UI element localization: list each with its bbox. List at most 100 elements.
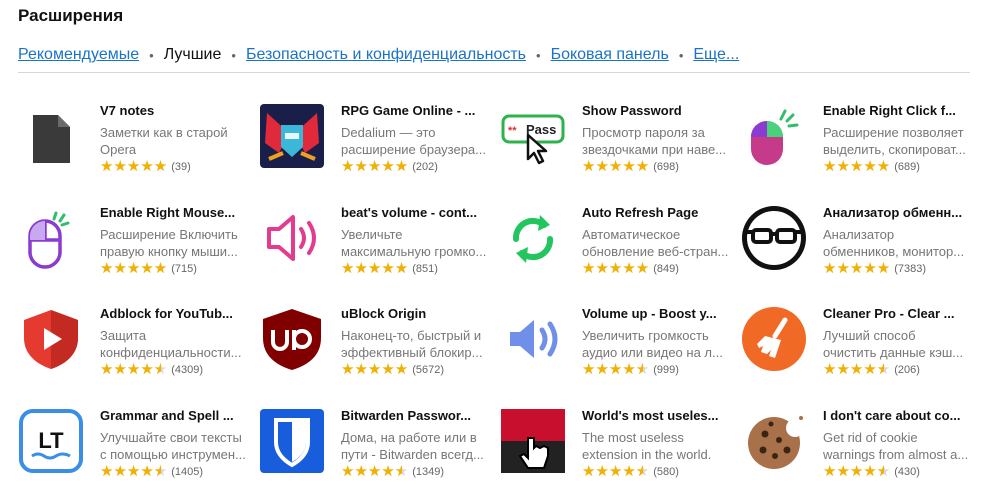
rating: ★★★★★★★★★★(206) [823, 362, 971, 378]
glasses-face-icon[interactable] [741, 205, 807, 271]
extension-card[interactable]: RPG Game Online - ... Dedalium — это расши… [259, 102, 489, 198]
speaker-blue-icon[interactable] [500, 306, 566, 372]
extension-card[interactable]: Bitwarden Passwor... Дома, на работе или … [259, 407, 489, 503]
broom-icon[interactable] [741, 306, 807, 372]
rating-count: (849) [653, 263, 679, 275]
extension-card[interactable]: Adblock for YouTub... Защита конфиденциаль… [18, 305, 248, 401]
description-line: аудио или видео на л... [582, 345, 723, 360]
rating: ★★★★★★★★★★(999) [582, 362, 730, 378]
tab-separator: • [678, 48, 684, 63]
description-line: Расширение позволяет [823, 125, 964, 140]
description-line: extension in the world. [582, 447, 712, 462]
extension-card[interactable]: Cleaner Pro - Clear ... Лучший способ очис… [741, 305, 971, 401]
description-line: Увеличить громкость [582, 328, 709, 343]
password-pass-icon[interactable]: ** Pass [500, 103, 566, 169]
extension-description: Улучшайте свои тексты с помощью инструмен… [100, 429, 248, 463]
document-icon[interactable] [18, 103, 84, 169]
description-line: обновление веб-стран... [582, 244, 729, 259]
extension-name[interactable]: I don't care about co... [823, 407, 971, 425]
rating-count: (7383) [894, 263, 927, 275]
star-rating-icon: ★★★★★★★★★★ [823, 463, 891, 480]
star-rating-icon: ★★★★★★★★★★ [582, 361, 650, 378]
mouse-outline-icon[interactable] [18, 205, 84, 271]
extension-description: Защита конфиденциальности... [100, 327, 248, 361]
rating-count: (999) [653, 364, 679, 376]
star-rating-icon: ★★★★★★★★★★ [341, 463, 409, 480]
description-line: Dedalium — это [341, 125, 436, 140]
description-line: конфиденциальности... [100, 345, 242, 360]
extension-name[interactable]: Show Password [582, 102, 730, 120]
game-robot-icon[interactable] [259, 103, 325, 169]
extension-name[interactable]: V7 notes [100, 102, 248, 120]
star-rating-icon: ★★★★★★★★★★ [823, 158, 891, 175]
extension-name[interactable]: Enable Right Click f... [823, 102, 971, 120]
rating-count: (1349) [412, 466, 445, 478]
extension-name[interactable]: Volume up - Boost y... [582, 305, 730, 323]
rating-count: (39) [171, 161, 191, 173]
extension-name[interactable]: beat's volume - cont... [341, 204, 489, 222]
bitwarden-shield-icon[interactable] [259, 408, 325, 474]
extension-card[interactable]: I don't care about co... Get rid of cooki… [741, 407, 971, 503]
extension-name[interactable]: RPG Game Online - ... [341, 102, 489, 120]
extension-card[interactable]: Enable Right Click f... Расширение позвол… [741, 102, 971, 198]
description-line: Лучший способ [823, 328, 916, 343]
extension-card[interactable]: World's most useles... The most useless ex… [500, 407, 730, 503]
tab-separator: • [231, 48, 236, 63]
description-line: Улучшайте свои тексты [100, 430, 242, 445]
extension-name[interactable]: Cleaner Pro - Clear ... [823, 305, 971, 323]
description-line: Просмотр пароля за [582, 125, 705, 140]
rating-count: (580) [653, 466, 679, 478]
extension-description: The most useless extension in the world. [582, 429, 730, 463]
mouse-click-icon[interactable] [741, 103, 807, 169]
cookie-icon[interactable] [741, 408, 807, 474]
extension-card[interactable]: Volume up - Boost y... Увеличить громкост… [500, 305, 730, 401]
extension-card[interactable]: Auto Refresh Page Автоматическое обновлени… [500, 204, 730, 300]
rating: ★★★★★★★★★★(430) [823, 464, 971, 480]
description-line: warnings from almost a... [823, 447, 969, 462]
extension-description: Увеличить громкость аудио или видео на л.… [582, 327, 730, 361]
extension-card[interactable]: ** Pass Show Password Просмотр пароля за зве… [500, 102, 730, 198]
tab-more[interactable]: Еще... [693, 46, 739, 64]
description-line: правую кнопку мыши... [100, 244, 238, 259]
refresh-icon[interactable] [500, 205, 566, 271]
extension-name[interactable]: Bitwarden Passwor... [341, 407, 489, 425]
pointer-hand-icon[interactable] [500, 408, 566, 474]
category-tabs: Рекомендуемые • Лучшие • Безопасность и … [18, 46, 970, 73]
description-line: Дома, на работе или в [341, 430, 477, 445]
description-line: пути - Bitwarden всегд... [341, 447, 484, 462]
extension-name[interactable]: Auto Refresh Page [582, 204, 730, 222]
tab-recommended[interactable]: Рекомендуемые [18, 46, 139, 64]
tab-security-privacy[interactable]: Безопасность и конфиденциальность [246, 46, 526, 64]
description-line: выделить, скопироват... [823, 142, 966, 157]
tab-sidebar[interactable]: Боковая панель [551, 46, 669, 64]
extension-card[interactable]: Анализатор обменн... Анализатор обменников… [741, 204, 971, 300]
rating: ★★★★★★★★★★(580) [582, 464, 730, 480]
extension-card[interactable]: uBlock Origin Наконец-то, быстрый и эффект… [259, 305, 489, 401]
extension-name[interactable]: World's most useles... [582, 407, 730, 425]
extension-description: Лучший способ очистить данные кэш... [823, 327, 971, 361]
extension-name[interactable]: Grammar and Spell ... [100, 407, 248, 425]
ublock-shield-icon[interactable] [259, 306, 325, 372]
extension-name[interactable]: Adblock for YouTub... [100, 305, 248, 323]
description-line: очистить данные кэш... [823, 345, 964, 360]
extension-card[interactable]: LT Grammar and Spell ... Улучшайте свои те… [18, 407, 248, 503]
description-line: Анализатор [823, 227, 895, 242]
extension-description: Анализатор обменников, монитор... [823, 226, 971, 260]
star-rating-icon: ★★★★★★★★★★ [823, 361, 891, 378]
rating-count: (5672) [412, 364, 445, 376]
extension-card[interactable]: beat's volume - cont... Увеличьте максимал… [259, 204, 489, 300]
extension-card[interactable]: Enable Right Mouse... Расширение Включить… [18, 204, 248, 300]
extension-card[interactable]: V7 notes Заметки как в старой Opera ★★★★★ ★★… [18, 102, 248, 198]
languagetool-icon[interactable]: LT [18, 408, 84, 474]
extension-description: Наконец-то, быстрый и эффективный блокир.… [341, 327, 489, 361]
extension-name[interactable]: uBlock Origin [341, 305, 489, 323]
extension-name[interactable]: Enable Right Mouse... [100, 204, 248, 222]
shield-play-icon[interactable] [18, 306, 84, 372]
extension-name[interactable]: Анализатор обменн... [823, 204, 971, 222]
speaker-pink-icon[interactable] [259, 205, 325, 271]
tab-best[interactable]: Лучшие [164, 46, 222, 64]
rating: ★★★★★ ★★★★★ (851) [341, 261, 489, 277]
extensions-grid: V7 notes Заметки как в старой Opera ★★★★★ ★★… [18, 102, 978, 498]
extension-description: Увеличьте максимальную громко... [341, 226, 489, 260]
rating-count: (698) [653, 161, 679, 173]
